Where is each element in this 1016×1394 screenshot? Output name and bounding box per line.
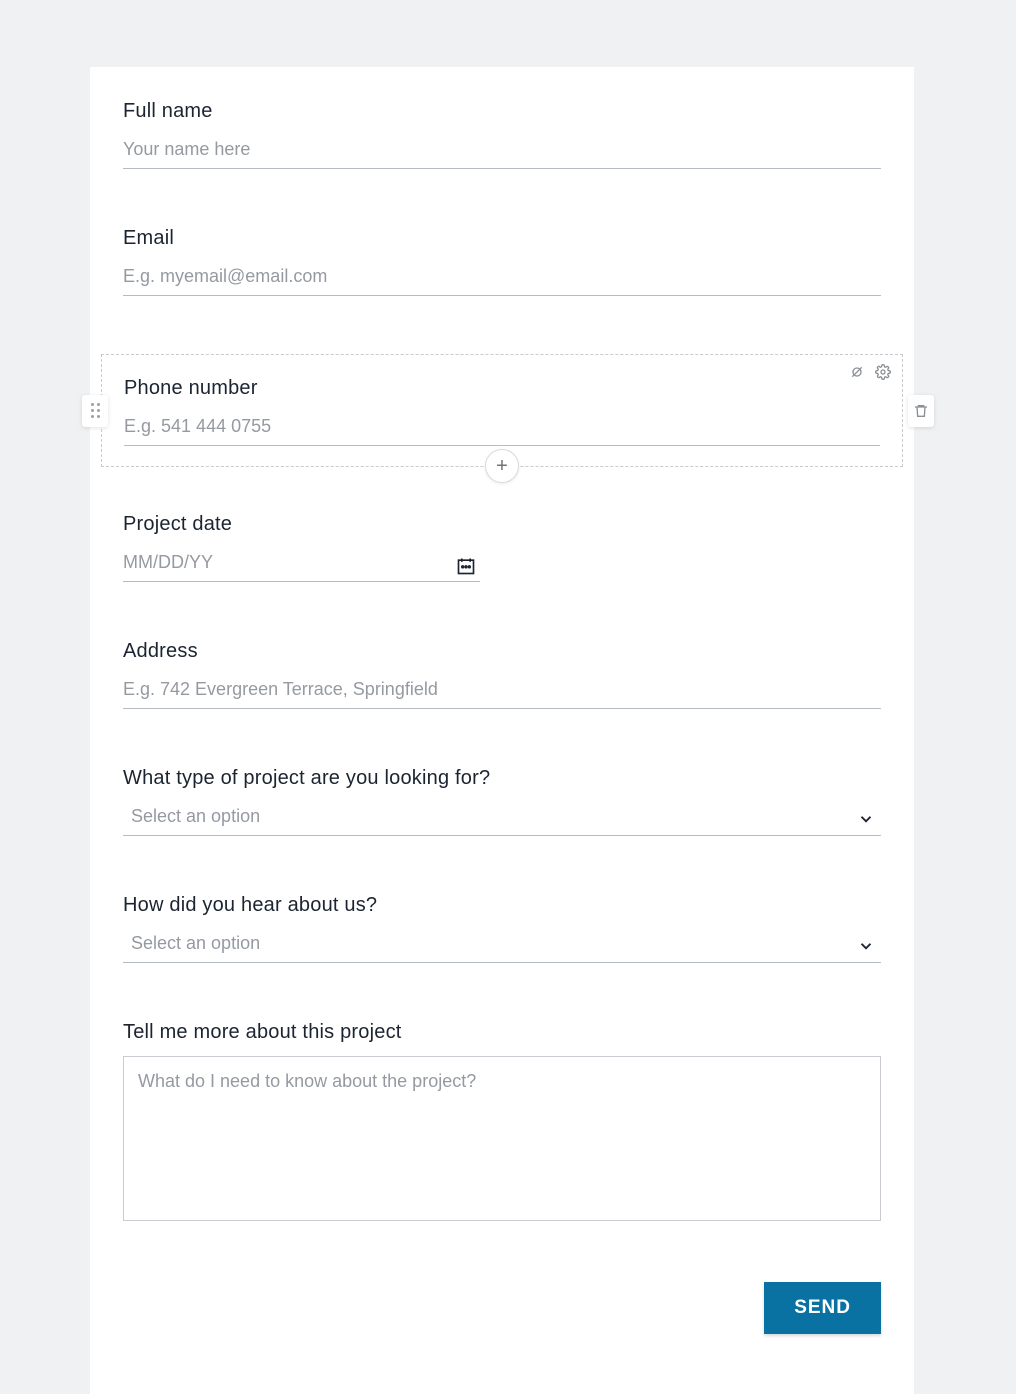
field-address: Address <box>123 640 881 709</box>
field-project-type: What type of project are you looking for… <box>123 767 881 836</box>
phone-label: Phone number <box>124 377 880 400</box>
drag-handle[interactable] <box>82 395 108 427</box>
full-name-label: Full name <box>123 100 881 123</box>
form-card: Full name Email Phone number + Pr <box>90 67 914 1394</box>
address-label: Address <box>123 640 881 663</box>
visibility-button[interactable] <box>848 363 866 381</box>
field-tell-more: Tell me more about this project <box>123 1021 881 1226</box>
hear-about-label: How did you hear about us? <box>123 894 881 917</box>
plus-icon: + <box>496 456 508 476</box>
project-type-select[interactable]: Select an option <box>123 802 881 836</box>
field-project-date: Project date <box>123 513 881 582</box>
field-email: Email <box>123 227 881 296</box>
project-type-label: What type of project are you looking for… <box>123 767 881 790</box>
send-button[interactable]: SEND <box>764 1282 881 1334</box>
drag-dots-icon <box>91 403 100 418</box>
project-date-label: Project date <box>123 513 881 536</box>
trash-icon <box>913 403 929 419</box>
hear-about-select[interactable]: Select an option <box>123 929 881 963</box>
field-phone-selected[interactable]: Phone number + <box>101 354 903 467</box>
tell-more-label: Tell me more about this project <box>123 1021 881 1044</box>
date-input-wrap <box>123 548 480 582</box>
field-full-name: Full name <box>123 100 881 169</box>
chevron-down-icon <box>857 810 875 828</box>
delete-field-button[interactable] <box>908 395 934 427</box>
tell-more-textarea[interactable] <box>123 1056 881 1221</box>
hear-about-placeholder: Select an option <box>131 933 260 953</box>
add-field-button[interactable]: + <box>485 449 519 483</box>
gear-icon <box>875 364 891 380</box>
eye-off-icon <box>849 364 865 380</box>
chevron-down-icon <box>857 937 875 955</box>
field-hear-about: How did you hear about us? Select an opt… <box>123 894 881 963</box>
project-type-placeholder: Select an option <box>131 806 260 826</box>
phone-input[interactable] <box>124 412 880 446</box>
email-label: Email <box>123 227 881 250</box>
email-input[interactable] <box>123 262 881 296</box>
address-input[interactable] <box>123 675 881 709</box>
full-name-input[interactable] <box>123 135 881 169</box>
button-row: SEND <box>123 1282 881 1334</box>
project-date-input[interactable] <box>123 548 480 582</box>
field-top-actions <box>848 363 892 381</box>
settings-button[interactable] <box>874 363 892 381</box>
